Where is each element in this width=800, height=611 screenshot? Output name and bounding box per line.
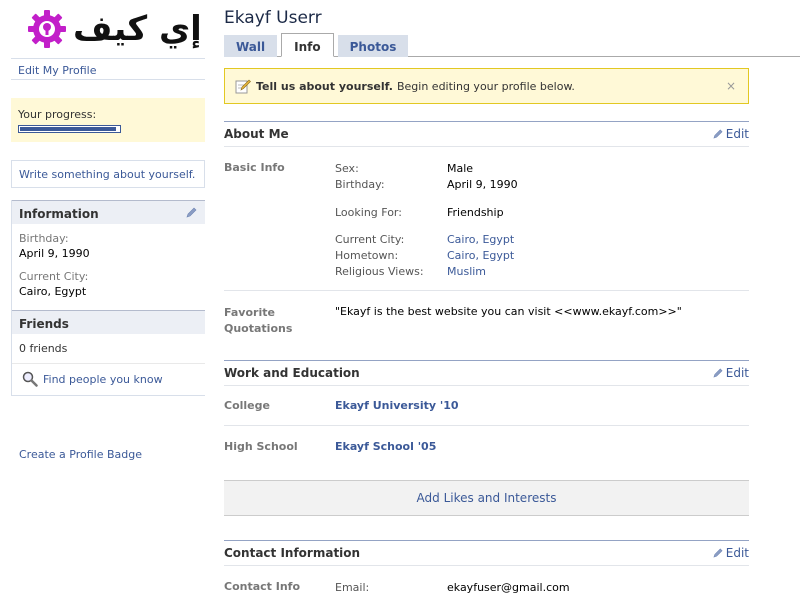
- birthday-value: April 9, 1990: [447, 178, 518, 191]
- site-logo[interactable]: إي كيف: [11, 0, 205, 58]
- basic-info-label: Basic Info: [224, 161, 285, 174]
- contact-information-title: Contact Information: [224, 546, 361, 560]
- religious-views-field: Religious Views: Muslim: [335, 264, 518, 280]
- college-label: College: [224, 399, 270, 412]
- about-me-header: About Me Edit: [224, 121, 749, 147]
- find-people-label[interactable]: Find people you know: [43, 373, 163, 386]
- gear-logo-icon: [28, 10, 66, 48]
- progress-box: Your progress:: [11, 98, 205, 142]
- information-header: Information: [12, 200, 205, 224]
- work-education-header: Work and Education Edit: [224, 360, 749, 386]
- high-school-link[interactable]: Ekayf School '05: [335, 440, 436, 453]
- friends-section: Friends 0 friends Find people you know: [11, 310, 205, 396]
- work-education-edit-button[interactable]: Edit: [713, 366, 749, 380]
- main-content: Ekayf Userr Wall Info Photos Tell us abo…: [224, 0, 800, 596]
- information-section: Information Birthday: April 9, 1990 Curr…: [11, 200, 205, 310]
- current-city-link[interactable]: Cairo, Egypt: [447, 232, 514, 248]
- about-me-title: About Me: [224, 127, 289, 141]
- edit-my-profile-link[interactable]: Edit My Profile: [11, 58, 205, 80]
- tab-info[interactable]: Info: [281, 33, 334, 57]
- progress-bar: [18, 125, 121, 133]
- progress-fill: [20, 127, 117, 131]
- email-value: ekayfuser@gmail.com: [447, 581, 570, 594]
- create-profile-badge-link[interactable]: Create a Profile Badge: [11, 448, 205, 461]
- favorite-label-line2: Quotations: [224, 322, 293, 335]
- profile-tabs: Wall Info Photos: [224, 33, 800, 57]
- religious-views-key: Religious Views:: [335, 265, 424, 278]
- create-profile-badge-label[interactable]: Create a Profile Badge: [19, 448, 142, 461]
- contact-information-edit-button[interactable]: Edit: [713, 546, 749, 560]
- pencil-icon: [713, 368, 723, 378]
- friends-title: Friends: [19, 317, 69, 331]
- profile-name: Ekayf Userr: [224, 8, 322, 28]
- sex-key: Sex:: [335, 162, 359, 175]
- add-likes-interests-button[interactable]: Add Likes and Interests: [224, 480, 749, 516]
- magnifier-icon: [22, 371, 38, 387]
- friends-header: Friends: [12, 310, 205, 334]
- hometown-link[interactable]: Cairo, Egypt: [447, 248, 514, 264]
- information-title: Information: [19, 207, 99, 221]
- religious-views-link[interactable]: Muslim: [447, 264, 486, 280]
- pencil-icon[interactable]: [186, 207, 197, 218]
- sex-field: Sex: Male: [335, 161, 518, 177]
- email-key: Email:: [335, 581, 370, 594]
- email-field: Email: ekayfuser@gmail.com: [335, 580, 570, 596]
- looking-for-field: Looking For: Friendship: [335, 205, 518, 221]
- information-body: Birthday: April 9, 1990 Current City: Ca…: [12, 224, 205, 310]
- high-school-label: High School: [224, 439, 298, 453]
- left-sidebar: إي كيف Edit My Profile Your progress: Wr…: [11, 0, 205, 461]
- note-pencil-icon: [235, 79, 251, 94]
- favorite-label-line1: Favorite: [224, 306, 275, 319]
- notice-bold-text: Tell us about yourself.: [256, 79, 393, 93]
- tab-wall[interactable]: Wall: [224, 35, 278, 57]
- notice-text: Begin editing your profile below.: [396, 79, 575, 93]
- about-me-edit-button[interactable]: Edit: [713, 127, 749, 141]
- college-row: College Ekayf University '10: [224, 386, 749, 426]
- find-people-link[interactable]: Find people you know: [12, 364, 205, 395]
- hometown-field: Hometown: Cairo, Egypt: [335, 248, 518, 264]
- college-link[interactable]: Ekayf University '10: [335, 399, 459, 412]
- work-education-title: Work and Education: [224, 366, 360, 380]
- basic-info-fields: Sex: Male Birthday: April 9, 1990 Lookin…: [335, 161, 518, 290]
- contact-info-label: Contact Info: [224, 580, 301, 593]
- basic-info-row: Basic Info Sex: Male Birthday: April 9, …: [224, 147, 749, 291]
- birthday-key: Birthday:: [335, 178, 385, 191]
- work-education-edit-label[interactable]: Edit: [726, 366, 749, 380]
- tab-photos[interactable]: Photos: [337, 35, 409, 57]
- progress-label: Your progress:: [18, 108, 97, 121]
- current-city-field: Current City: Cairo, Egypt: [335, 232, 518, 248]
- logo-wordmark: إي كيف: [73, 9, 203, 49]
- contact-info-row: Contact Info Email: ekayfuser@gmail.com: [224, 566, 749, 596]
- hometown-key: Hometown:: [335, 249, 399, 262]
- current-city-value: Cairo, Egypt: [19, 285, 87, 298]
- about-me-edit-label[interactable]: Edit: [726, 127, 749, 141]
- high-school-row: High School Ekayf School '05: [224, 426, 749, 466]
- close-icon[interactable]: ×: [726, 79, 736, 93]
- looking-for-key: Looking For:: [335, 206, 402, 219]
- contact-information-edit-label[interactable]: Edit: [726, 546, 749, 560]
- birthday-label: Birthday:: [19, 232, 69, 245]
- looking-for-value: Friendship: [447, 206, 504, 219]
- favorite-quote: "Ekayf is the best website you can visit…: [335, 305, 682, 318]
- profile-notice: Tell us about yourself. Begin editing yo…: [224, 68, 749, 104]
- birthday-field: Birthday: April 9, 1990: [335, 177, 518, 193]
- edit-my-profile-label[interactable]: Edit My Profile: [18, 64, 97, 77]
- favorite-quotations-row: Favorite Quotations "Ekayf is the best w…: [224, 291, 749, 360]
- current-city-label: Current City:: [19, 270, 89, 283]
- pencil-icon: [713, 548, 723, 558]
- write-about-yourself-link[interactable]: Write something about yourself.: [19, 168, 195, 181]
- birthday-value: April 9, 1990: [19, 247, 90, 260]
- sex-value: Male: [447, 162, 474, 175]
- add-likes-interests-label[interactable]: Add Likes and Interests: [417, 491, 557, 505]
- favorite-quotations-label: Favorite Quotations: [224, 305, 335, 360]
- friends-count: 0 friends: [12, 334, 205, 364]
- current-city-key: Current City:: [335, 233, 405, 246]
- write-about-yourself-box[interactable]: Write something about yourself.: [11, 160, 205, 188]
- contact-information-header: Contact Information Edit: [224, 540, 749, 566]
- pencil-icon: [713, 129, 723, 139]
